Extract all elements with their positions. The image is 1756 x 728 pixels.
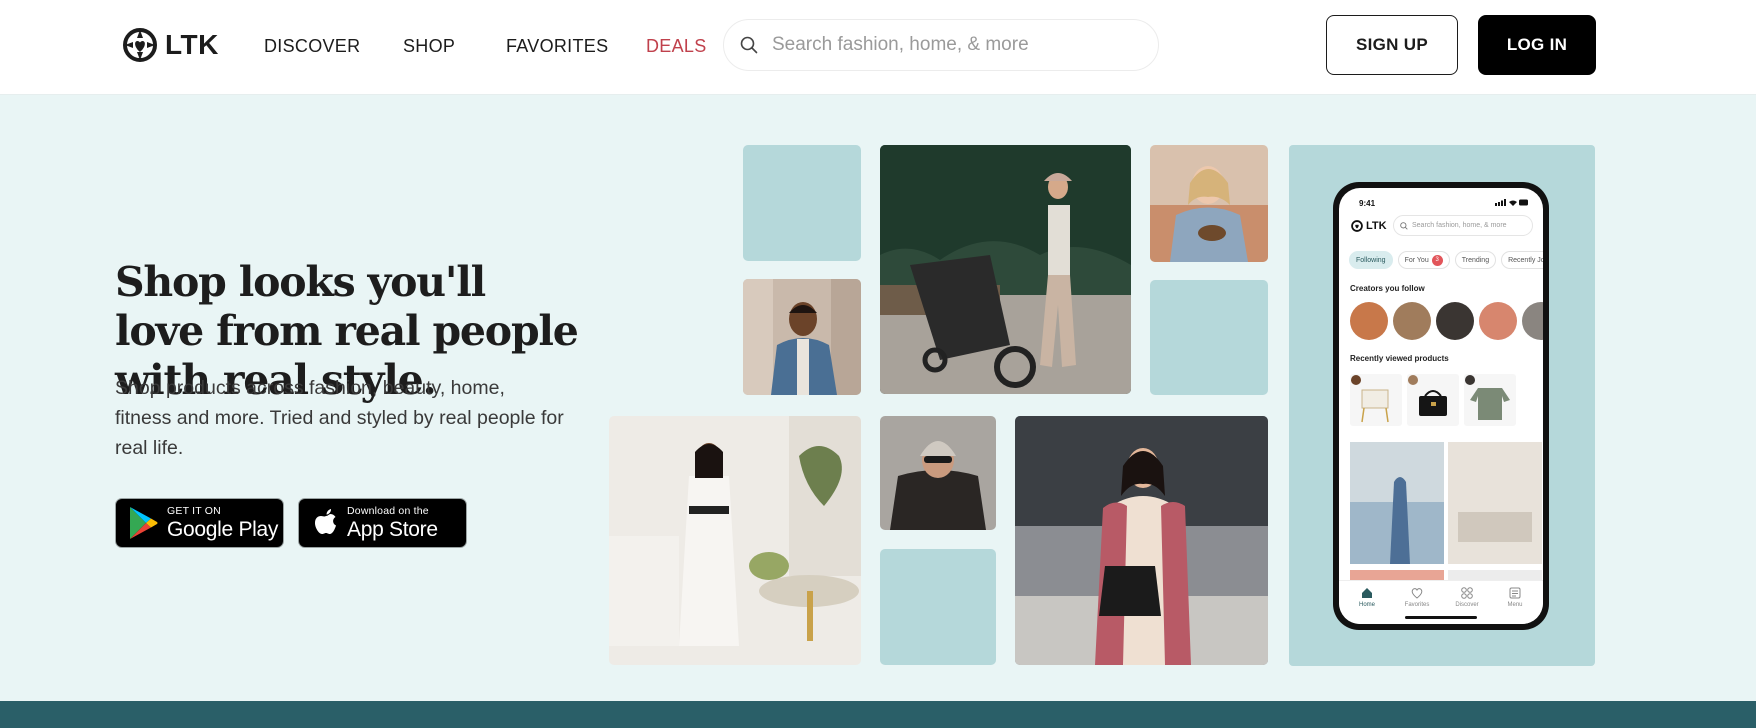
photo-woman-stroller (880, 145, 1131, 394)
google-play-badge[interactable]: GET IT ON Google Play (115, 498, 284, 548)
creator-avatar (1522, 302, 1543, 340)
creator-avatar (1479, 302, 1517, 340)
ltk-logo-icon (123, 28, 157, 62)
google-play-small-text: GET IT ON (167, 504, 221, 517)
phone-nav-home-label: Home (1358, 602, 1375, 608)
logo-text: LTK (165, 29, 219, 60)
phone-tabs: Following For You 3 Trending Recently Jo… (1349, 251, 1543, 269)
heart-icon (1411, 588, 1423, 599)
sign-up-button[interactable]: SIGN UP (1326, 15, 1458, 75)
hero-subtext: Shop products across fashion, beauty, ho… (115, 377, 564, 459)
product-card-sweater (1464, 374, 1516, 426)
creator-avatar (1393, 302, 1431, 340)
phone-recent-heading: Recently viewed products (1350, 354, 1449, 363)
menu-icon (1509, 587, 1521, 599)
photo-woman-white-dress (609, 416, 861, 665)
phone-screen: 9:41 LTK Search fashion, home, & more Fo… (1339, 188, 1543, 624)
grid-placeholder-tile (743, 145, 861, 261)
phone-tab-for-you: For You 3 (1397, 251, 1450, 269)
phone-status-icons (1495, 199, 1528, 206)
nav-shop[interactable]: SHOP (403, 36, 455, 57)
phone-nav-menu: Menu (1495, 587, 1535, 608)
phone-tab-following: Following (1349, 251, 1393, 269)
product-card-chair (1350, 374, 1402, 426)
home-icon (1362, 588, 1372, 598)
nav-deals[interactable]: DEALS (646, 36, 707, 57)
photo-man-denim-jacket (743, 279, 861, 395)
google-play-big-text: Google Play (167, 518, 279, 542)
phone-ltk-logo: LTK (1351, 220, 1387, 232)
app-store-badge[interactable]: Download on the App Store (298, 498, 467, 548)
phone-nav-favorites: Favorites (1397, 587, 1437, 608)
google-play-icon (130, 507, 158, 539)
phone-tab-trending: Trending (1454, 251, 1497, 269)
phone-search-icon (1400, 221, 1408, 230)
phone-nav-discover-label: Discover (1455, 602, 1479, 608)
nav-discover[interactable]: DISCOVER (264, 36, 360, 57)
phone-nav-menu-label: Menu (1507, 602, 1523, 608)
search-bar[interactable] (723, 19, 1159, 71)
grid-icon (1461, 587, 1473, 599)
grid-placeholder-tile (880, 549, 996, 665)
phone-creators-heading: Creators you follow (1350, 284, 1425, 293)
phone-search-placeholder: Search fashion, home, & more (1412, 222, 1507, 229)
product-card-bag (1407, 374, 1459, 426)
phone-logo-text: LTK (1366, 220, 1387, 232)
creator-avatar (1436, 302, 1474, 340)
photo-woman-pink-coat (1015, 416, 1268, 665)
apple-icon (315, 509, 336, 534)
footer-band (0, 701, 1756, 728)
ltk-logo[interactable]: LTK (123, 27, 219, 63)
phone-status-time: 9:41 (1359, 199, 1376, 208)
grid-placeholder-tile (1150, 280, 1268, 395)
phone-nav-home: Home (1347, 587, 1387, 608)
phone-notification-badge: 3 (1431, 254, 1443, 266)
search-input[interactable] (772, 34, 1142, 56)
log-in-button[interactable]: LOG IN (1478, 15, 1596, 75)
app-store-small-text: Download on the (347, 504, 429, 517)
phone-bottom-nav: Home Favorites Discover Menu (1339, 580, 1543, 624)
nav-favorites[interactable]: FAVORITES (506, 36, 608, 57)
phone-tab-for-you-label: For You (1404, 256, 1429, 264)
phone-home-indicator (1405, 616, 1477, 619)
top-navbar: LTK DISCOVER SHOP FAVORITES DEALS SIGN U… (0, 0, 1756, 95)
phone-recent-products (1350, 374, 1516, 426)
search-icon (740, 36, 758, 54)
phone-search-bar: Search fashion, home, & more (1393, 215, 1533, 236)
photo-woman-beanie (880, 416, 996, 530)
app-store-big-text: App Store (347, 518, 438, 542)
phone-feed (1350, 442, 1542, 582)
phone-logo-icon (1351, 220, 1363, 232)
photo-woman-laughing (1150, 145, 1268, 262)
creator-avatar (1350, 302, 1388, 340)
phone-nav-discover: Discover (1447, 587, 1487, 608)
phone-nav-favorites-label: Favorites (1404, 602, 1430, 608)
phone-tab-recently-joined: Recently Joi (1501, 251, 1543, 269)
phone-mockup: 9:41 LTK Search fashion, home, & more Fo… (1333, 182, 1549, 630)
phone-creator-avatars (1350, 302, 1543, 340)
